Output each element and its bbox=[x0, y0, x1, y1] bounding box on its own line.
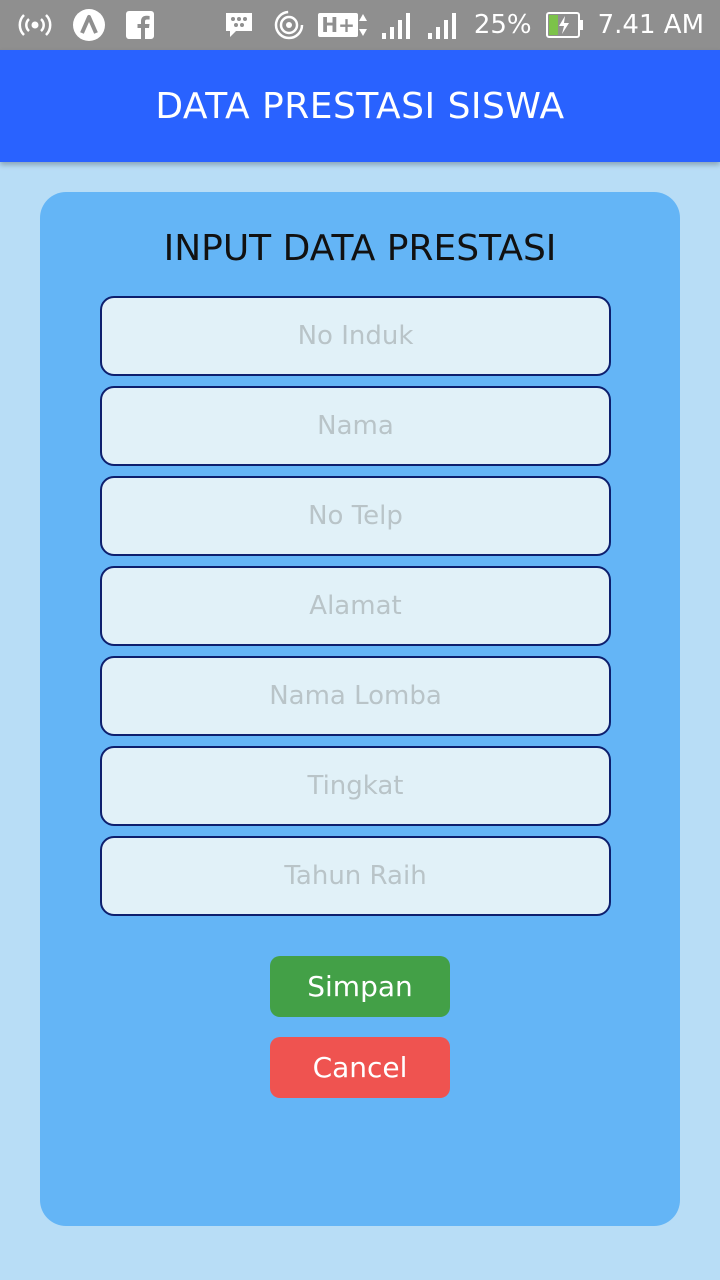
no-telp-field[interactable] bbox=[100, 476, 611, 556]
form-title: INPUT DATA PRESTASI bbox=[163, 228, 557, 269]
signal-icon bbox=[427, 11, 460, 39]
bbm-icon bbox=[224, 11, 254, 39]
app-title: DATA PRESTASI SISWA bbox=[155, 85, 565, 127]
save-button[interactable]: Simpan bbox=[270, 956, 450, 1017]
nama-field[interactable] bbox=[100, 386, 611, 466]
battery-charging-icon bbox=[545, 12, 584, 38]
clock: 7.41 AM bbox=[597, 10, 704, 40]
broadcast-icon bbox=[18, 12, 52, 38]
app-bar: DATA PRESTASI SISWA bbox=[0, 50, 720, 162]
hplus-icon: H+ bbox=[318, 12, 368, 38]
tahun-raih-field[interactable] bbox=[100, 836, 611, 916]
alamat-field[interactable] bbox=[100, 566, 611, 646]
hplus-label: H+ bbox=[318, 13, 358, 37]
app-a-icon bbox=[72, 8, 106, 42]
facebook-icon bbox=[126, 11, 154, 39]
cancel-button[interactable]: Cancel bbox=[270, 1037, 450, 1098]
status-bar-system: H+ 25% 7.41 AM bbox=[274, 10, 720, 40]
status-bar-notifications bbox=[0, 8, 254, 42]
tingkat-field[interactable] bbox=[100, 746, 611, 826]
battery-percent: 25% bbox=[473, 10, 532, 40]
no-induk-field[interactable] bbox=[100, 296, 611, 376]
status-bar: H+ 25% 7.41 AM bbox=[0, 0, 720, 50]
hotspot-icon bbox=[274, 10, 304, 40]
nama-lomba-field[interactable] bbox=[100, 656, 611, 736]
input-form-card: INPUT DATA PRESTASI Simpan Cancel bbox=[40, 192, 680, 1226]
signal-icon bbox=[381, 11, 414, 39]
